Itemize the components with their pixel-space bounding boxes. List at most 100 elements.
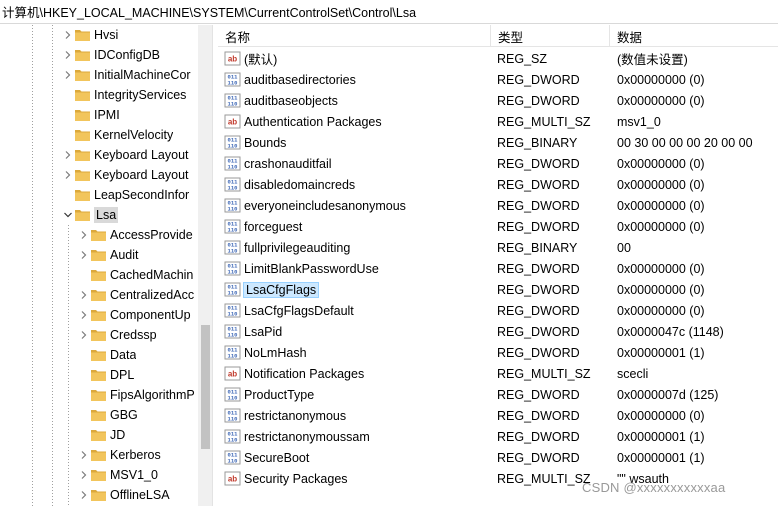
address-bar[interactable]: 计算机\HKEY_LOCAL_MACHINE\SYSTEM\CurrentCon… xyxy=(0,0,778,24)
tree-item-label: KernelVelocity xyxy=(94,128,174,142)
tree-item-label: IDConfigDB xyxy=(94,48,160,62)
binary-value-icon: 011 110 xyxy=(224,345,241,360)
value-row[interactable]: ab Authentication Packages REG_MULTI_SZ msv… xyxy=(218,111,778,132)
value-name: forceguest xyxy=(244,219,303,234)
tree-item[interactable]: IntegrityServices xyxy=(0,85,198,105)
value-row[interactable]: 011 110 disabledomaincreds REG_DWORD 0x00000… xyxy=(218,174,778,195)
value-type: REG_DWORD xyxy=(497,156,580,171)
value-name: LsaCfgFlags xyxy=(242,281,320,298)
chevron-right-icon[interactable] xyxy=(78,445,90,465)
tree-item[interactable]: InitialMachineCor xyxy=(0,65,198,85)
svg-text:110: 110 xyxy=(228,353,238,360)
value-row[interactable]: 011 110 SecureBoot REG_DWORD 0x00000001 (1) xyxy=(218,447,778,468)
value-name-cell: 011 110 auditbaseobjects xyxy=(224,90,490,111)
value-row[interactable]: 011 110 crashonauditfail REG_DWORD 0x0000000… xyxy=(218,153,778,174)
tree-item[interactable]: Kerberos xyxy=(0,445,198,465)
tree-item[interactable]: MSV1_0 xyxy=(0,465,198,485)
address-path: 计算机\HKEY_LOCAL_MACHINE\SYSTEM\CurrentCon… xyxy=(2,6,417,20)
value-row[interactable]: 011 110 fullprivilegeauditing REG_BINARY 00 xyxy=(218,237,778,258)
value-name-cell: ab (默认) xyxy=(224,48,490,69)
value-data: 0x00000000 (0) xyxy=(617,408,705,423)
value-type: REG_DWORD xyxy=(497,261,580,276)
folder-icon xyxy=(90,488,107,502)
tree-item[interactable]: Hvsi xyxy=(0,25,198,45)
tree-item[interactable]: CachedMachin xyxy=(0,265,198,285)
chevron-right-icon[interactable] xyxy=(62,25,74,45)
chevron-right-icon[interactable] xyxy=(78,225,90,245)
tree-item-label: Data xyxy=(110,348,137,362)
column-header-data[interactable]: 数据 xyxy=(610,25,778,47)
tree-item[interactable]: JD xyxy=(0,425,198,445)
value-row[interactable]: 011 110 auditbasedirectories REG_DWORD 0x000… xyxy=(218,69,778,90)
chevron-right-icon[interactable] xyxy=(78,325,90,345)
tree-item[interactable]: FipsAlgorithmP xyxy=(0,385,198,405)
value-row[interactable]: 011 110 Bounds REG_BINARY 00 30 00 00 00 20 … xyxy=(218,132,778,153)
value-name: auditbasedirectories xyxy=(244,72,356,87)
tree-item-label: Lsa xyxy=(94,207,119,223)
value-row[interactable]: 011 110 restrictanonymous REG_DWORD 0x000000… xyxy=(218,405,778,426)
tree-item-label: Keyboard Layout xyxy=(94,148,189,162)
registry-tree-pane[interactable]: Hvsi IDConfigDB InitialMachineCor Integrity… xyxy=(0,25,213,506)
chevron-right-icon[interactable] xyxy=(62,165,74,185)
value-data: 0x0000047c (1148) xyxy=(617,324,724,339)
chevron-right-icon[interactable] xyxy=(78,285,90,305)
registry-values-pane[interactable]: 名称 类型 数据 ab (默认) REG_SZ (数值未设置) 011 110 auditb… xyxy=(218,25,778,506)
tree-item[interactable]: Audit xyxy=(0,245,198,265)
tree-item[interactable]: LeapSecondInfor xyxy=(0,185,198,205)
folder-icon xyxy=(90,288,107,302)
value-data: 00 xyxy=(617,240,631,255)
value-row[interactable]: 011 110 LimitBlankPasswordUse REG_DWORD 0x00… xyxy=(218,258,778,279)
value-row[interactable]: 011 110 ProductType REG_DWORD 0x0000007d (12… xyxy=(218,384,778,405)
chevron-right-icon[interactable] xyxy=(78,465,90,485)
chevron-right-icon[interactable] xyxy=(78,305,90,325)
tree-item[interactable]: Credssp xyxy=(0,325,198,345)
tree-scrollbar-thumb[interactable] xyxy=(201,325,210,449)
value-row[interactable]: 011 110 auditbaseobjects REG_DWORD 0x0000000… xyxy=(218,90,778,111)
value-name: restrictanonymoussam xyxy=(244,429,370,444)
tree-item[interactable]: KernelVelocity xyxy=(0,125,198,145)
column-header-type[interactable]: 类型 xyxy=(491,25,609,47)
tree-item[interactable]: ComponentUp xyxy=(0,305,198,325)
value-row[interactable]: 011 110 everyoneincludesanonymous REG_DWORD… xyxy=(218,195,778,216)
chevron-right-icon[interactable] xyxy=(62,65,74,85)
tree-item[interactable]: GBG xyxy=(0,405,198,425)
svg-text:110: 110 xyxy=(228,395,238,402)
tree-item[interactable]: IPMI xyxy=(0,105,198,125)
tree-item[interactable]: IDConfigDB xyxy=(0,45,198,65)
tree-vertical-scrollbar[interactable] xyxy=(198,25,212,506)
chevron-right-icon[interactable] xyxy=(62,145,74,165)
chevron-right-icon[interactable] xyxy=(62,45,74,65)
tree-item[interactable]: Lsa xyxy=(0,205,198,225)
tree-item[interactable]: CentralizedAcc xyxy=(0,285,198,305)
value-row[interactable]: 011 110 restrictanonymoussam REG_DWORD 0x000… xyxy=(218,426,778,447)
tree-item[interactable]: OfflineLSA xyxy=(0,485,198,505)
value-row[interactable]: 011 110 NoLmHash REG_DWORD 0x00000001 (1) xyxy=(218,342,778,363)
column-header-name[interactable]: 名称 xyxy=(218,25,488,47)
value-type: REG_DWORD xyxy=(497,72,580,87)
chevron-right-icon[interactable] xyxy=(78,245,90,265)
folder-icon xyxy=(74,88,91,102)
chevron-down-icon[interactable] xyxy=(62,205,74,225)
value-name: Security Packages xyxy=(244,471,348,486)
value-row[interactable]: 011 110 LsaPid REG_DWORD 0x0000047c (1148) xyxy=(218,321,778,342)
tree-item[interactable]: DPL xyxy=(0,365,198,385)
tree-item[interactable]: Data xyxy=(0,345,198,365)
value-name-cell: 011 110 disabledomaincreds xyxy=(224,174,490,195)
folder-icon xyxy=(90,308,107,322)
tree-item-label: LeapSecondInfor xyxy=(94,188,190,202)
value-row[interactable]: 011 110 LsaCfgFlags REG_DWORD 0x00000000 (0) xyxy=(218,279,778,300)
value-type: REG_DWORD xyxy=(497,408,580,423)
binary-value-icon: 011 110 xyxy=(224,156,241,171)
value-row[interactable]: ab (默认) REG_SZ (数值未设置) xyxy=(218,48,778,69)
string-value-icon: ab xyxy=(224,366,241,381)
value-row[interactable]: 011 110 forceguest REG_DWORD 0x00000000 (0) xyxy=(218,216,778,237)
tree-item[interactable]: Keyboard Layout xyxy=(0,165,198,185)
tree-item[interactable]: Keyboard Layout xyxy=(0,145,198,165)
chevron-right-icon[interactable] xyxy=(78,485,90,505)
value-row[interactable]: ab Notification Packages REG_MULTI_SZ scecl… xyxy=(218,363,778,384)
tree-item[interactable]: AccessProvide xyxy=(0,225,198,245)
svg-text:110: 110 xyxy=(228,80,238,87)
value-name-cell: 011 110 LsaPid xyxy=(224,321,490,342)
value-row[interactable]: 011 110 LsaCfgFlagsDefault REG_DWORD 0x00000… xyxy=(218,300,778,321)
svg-text:110: 110 xyxy=(228,164,238,171)
